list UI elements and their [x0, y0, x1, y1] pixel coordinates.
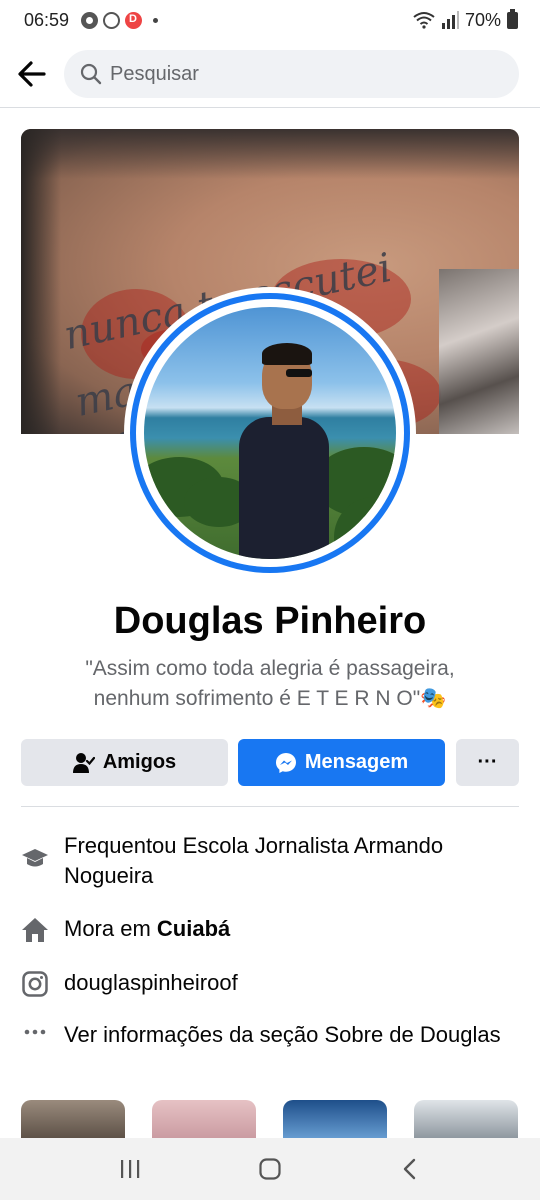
- search-bar[interactable]: [64, 50, 519, 98]
- lives-prefix: Mora em: [64, 916, 157, 941]
- recent-apps-button[interactable]: [110, 1149, 150, 1189]
- dot-icon: [153, 17, 159, 23]
- detail-instagram[interactable]: douglaspinheiroof: [21, 968, 519, 998]
- more-options-button[interactable]: ···: [456, 739, 519, 786]
- wifi-icon: [413, 12, 435, 29]
- more-icon: ···: [477, 751, 498, 773]
- friends-check-icon: [72, 752, 95, 773]
- profile-photo: [144, 307, 396, 559]
- divider: [21, 806, 519, 807]
- instagram-icon: [22, 971, 48, 997]
- detail-education[interactable]: Frequentou Escola Jornalista Armando Nog…: [21, 831, 519, 891]
- instagram-handle: douglaspinheiroof: [64, 970, 238, 995]
- home-circle-icon: [259, 1158, 281, 1180]
- status-bar: 06:59 70%: [0, 0, 540, 40]
- search-input[interactable]: [110, 62, 490, 86]
- nav-back-button[interactable]: [390, 1149, 430, 1189]
- friends-button[interactable]: Amigos: [21, 739, 228, 786]
- photo-thumbnail[interactable]: [152, 1100, 256, 1140]
- about-link-text: Ver informações da seção Sobre de Dougla…: [64, 1022, 501, 1047]
- ellipsis-icon: [24, 1029, 46, 1035]
- photo-thumbnail[interactable]: [283, 1100, 387, 1140]
- home-button[interactable]: [250, 1149, 290, 1189]
- photo-thumbnail[interactable]: [414, 1100, 518, 1140]
- system-nav-bar: [0, 1138, 540, 1200]
- lives-city: Cuiabá: [156, 916, 231, 941]
- search-header: [0, 40, 540, 108]
- profile-name: Douglas Pinheiro: [113, 600, 427, 642]
- graduation-cap-icon: [22, 849, 48, 867]
- avatar[interactable]: [124, 287, 416, 579]
- app-d-icon: [125, 11, 143, 29]
- message-label: Mensagem: [304, 751, 409, 773]
- detail-about[interactable]: Ver informações da seção Sobre de Dougla…: [21, 1020, 519, 1050]
- chrome-icon: [81, 11, 99, 29]
- chevron-left-icon: [403, 1158, 416, 1180]
- back-button[interactable]: [14, 56, 50, 92]
- bio-line-1: "Assim como toda alegria é passageira,: [85, 657, 455, 680]
- signal-icon: [441, 11, 459, 29]
- education-text: Frequentou Escola Jornalista Armando Nog…: [64, 833, 444, 888]
- friends-label: Amigos: [102, 751, 177, 773]
- battery-icon: [507, 8, 518, 29]
- status-time: 06:59: [24, 9, 70, 30]
- messenger-icon: [275, 752, 296, 773]
- detail-location[interactable]: Mora em Cuiabá: [21, 914, 519, 944]
- recents-icon: [121, 1160, 140, 1178]
- search-icon: [80, 63, 102, 85]
- home-icon: [22, 918, 48, 942]
- profile-bio: "Assim como toda alegria é passageira, n…: [40, 654, 500, 714]
- whatsapp-icon: [103, 11, 121, 29]
- arrow-left-icon: [18, 61, 46, 87]
- photo-thumbnail[interactable]: [21, 1100, 125, 1140]
- message-button[interactable]: Mensagem: [238, 739, 445, 786]
- bio-line-2: nenhum sofrimento é E T E R N O"🎭: [93, 687, 447, 710]
- battery-percent: 70%: [464, 9, 501, 30]
